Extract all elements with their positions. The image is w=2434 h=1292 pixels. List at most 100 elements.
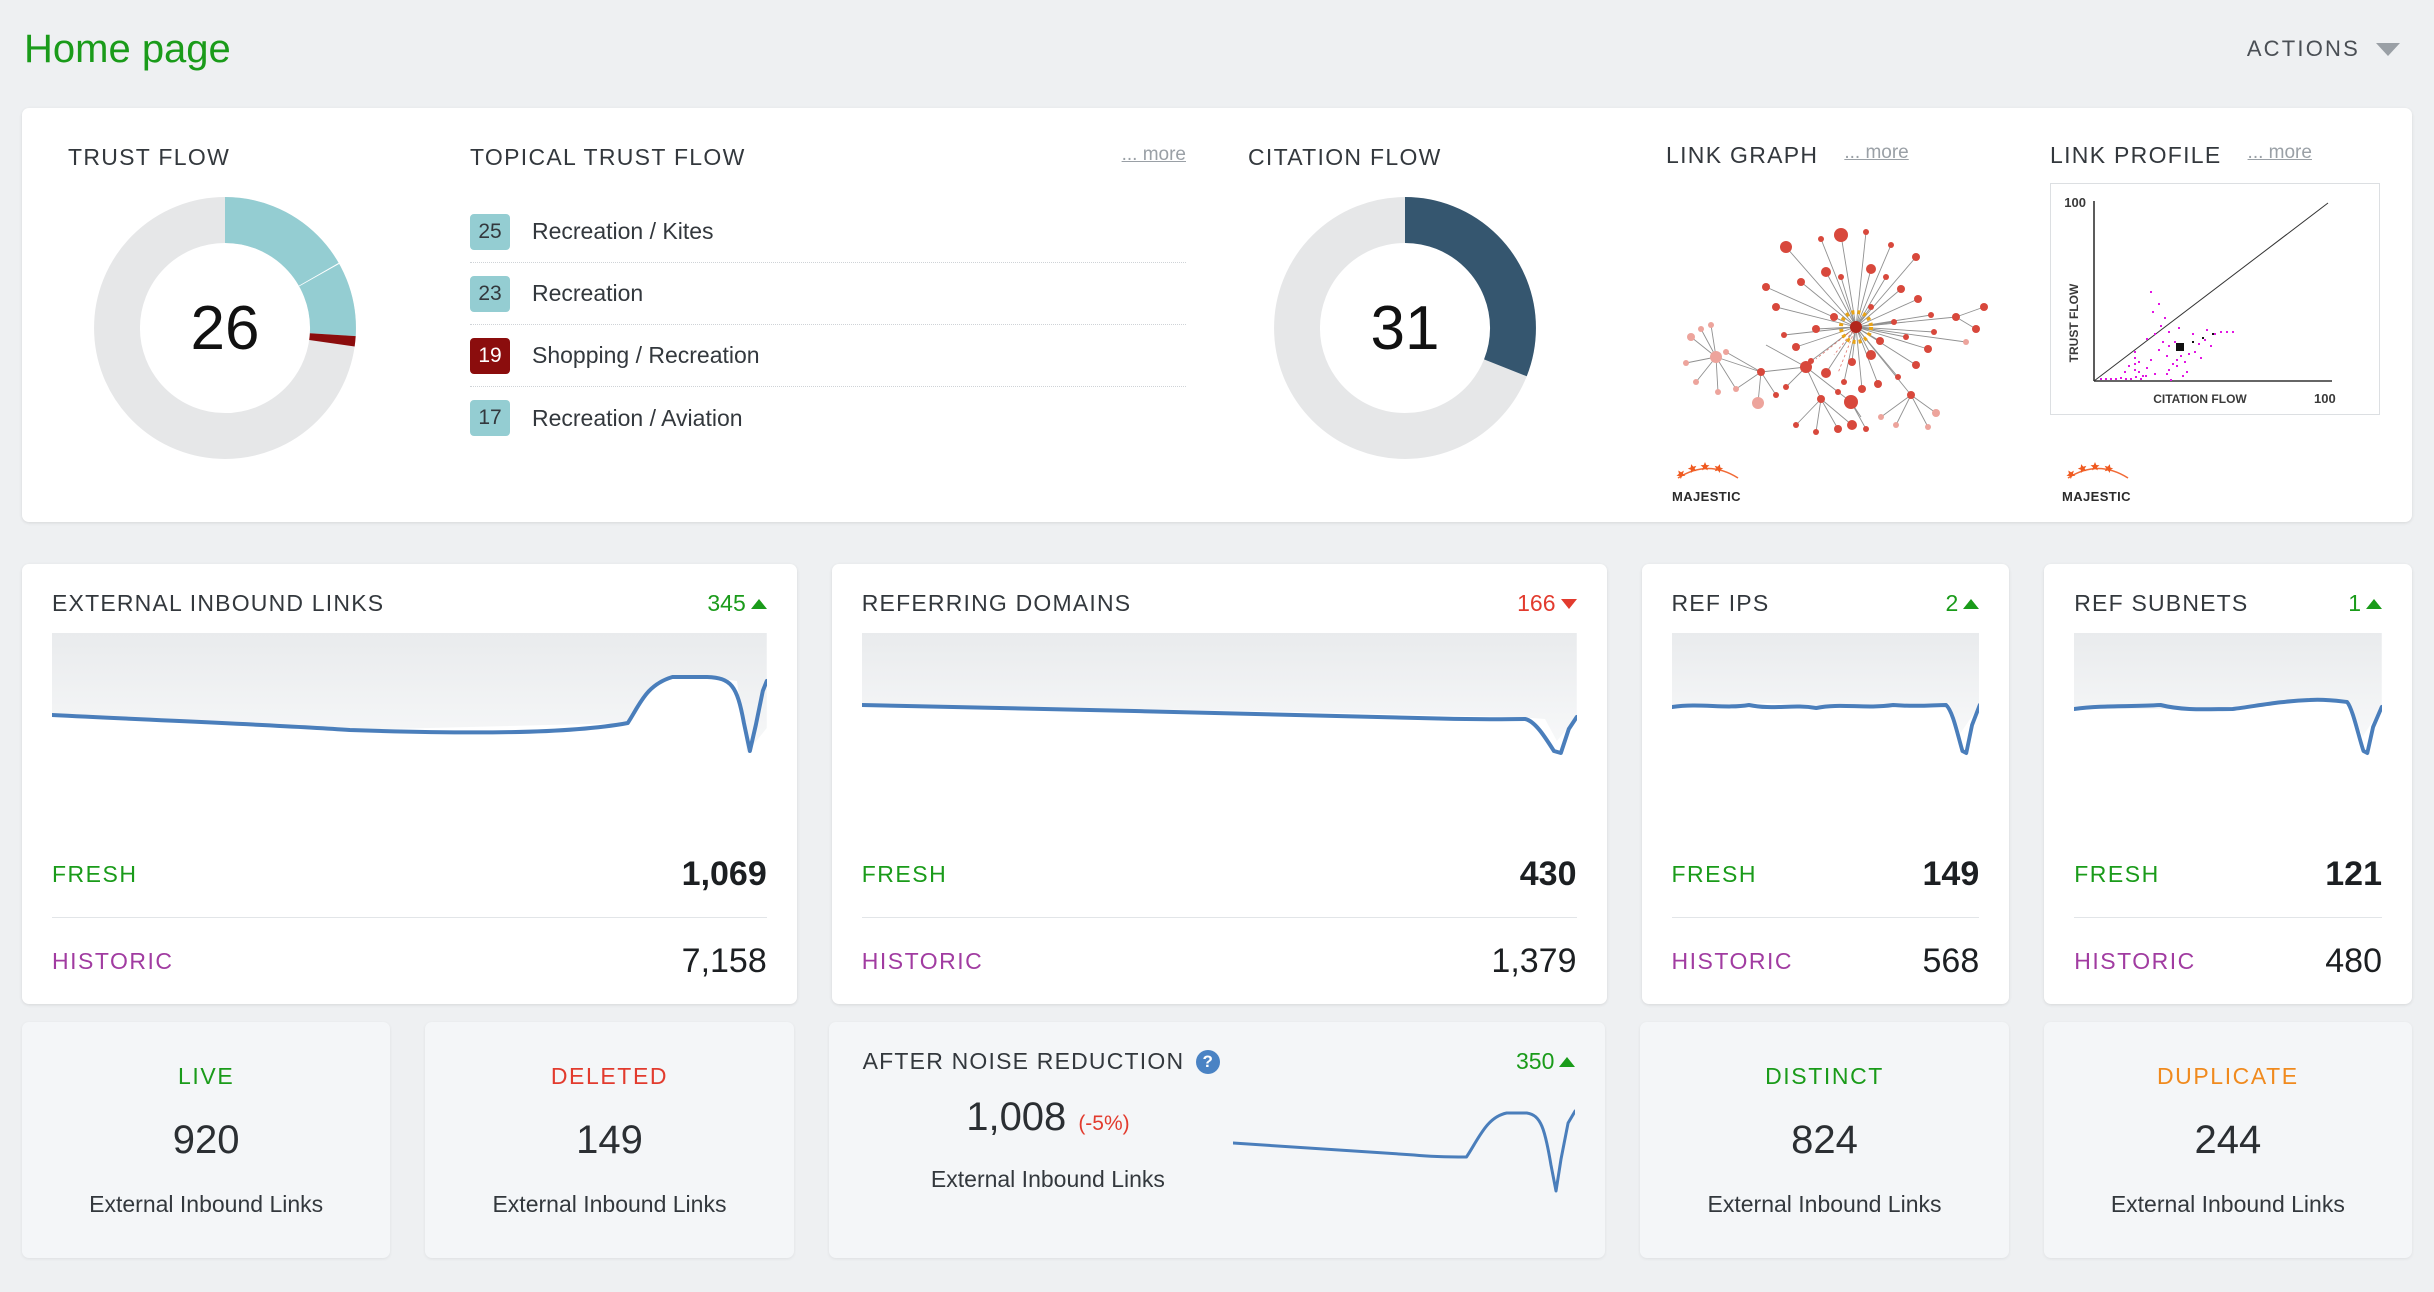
- metric-delta-value: 345: [707, 590, 745, 617]
- topical-trust-flow-section: TOPICAL TRUST FLOW ... more 25 Recreatio…: [452, 108, 1212, 522]
- metric-card-ref-subnets[interactable]: REF SUBNETS 1 FRESH 121 HISTORIC: [2044, 564, 2412, 1004]
- metric-delta: 2: [1945, 590, 1979, 617]
- metric-card-header: REFERRING DOMAINS 166: [862, 590, 1577, 617]
- deleted-value: 149: [576, 1118, 643, 1163]
- ttf-score-badge: 25: [470, 214, 510, 250]
- majestic-wordmark: MAJESTIC: [2062, 489, 2131, 504]
- help-circle-icon[interactable]: ?: [1196, 1050, 1220, 1074]
- sparkline-ref-ips: [1672, 633, 1980, 759]
- fresh-value: 430: [1191, 855, 1577, 894]
- metric-card-header: REF IPS 2: [1672, 590, 1980, 617]
- link-profile-header: LINK PROFILE ... more: [2050, 142, 2412, 169]
- link-profile-section: LINK PROFILE ... more 100 TRUST FLOW CIT…: [2032, 108, 2412, 522]
- duplicate-value: 244: [2194, 1118, 2261, 1163]
- actions-menu-button[interactable]: ACTIONS: [2247, 36, 2400, 62]
- ttf-category-label: Recreation / Kites: [532, 218, 714, 245]
- deleted-sublabel: External Inbound Links: [492, 1191, 726, 1218]
- actions-label: ACTIONS: [2247, 36, 2360, 62]
- breakdown-row: LIVE 920 External Inbound Links DELETED …: [22, 1022, 2412, 1258]
- fresh-label: FRESH: [1672, 861, 1814, 888]
- distinct-sublabel: External Inbound Links: [1708, 1191, 1942, 1218]
- distinct-value: 824: [1791, 1118, 1858, 1163]
- link-profile-scatter-chart[interactable]: 100 TRUST FLOW CITATION FLOW 100: [2050, 183, 2380, 415]
- after-noise-reduction-title: AFTER NOISE REDUCTION: [863, 1048, 1185, 1075]
- y-axis-max-label: 100: [2064, 195, 2086, 210]
- metric-delta: 166: [1517, 590, 1576, 617]
- historic-label: HISTORIC: [52, 948, 381, 975]
- historic-label: HISTORIC: [2074, 948, 2216, 975]
- link-graph-network-visualization[interactable]: [1666, 177, 2006, 457]
- majestic-logo: MAJESTIC: [1672, 460, 1744, 504]
- card-deleted[interactable]: DELETED 149 External Inbound Links: [425, 1022, 793, 1258]
- ttf-category-label: Recreation: [532, 280, 643, 307]
- citation-flow-donut: 31: [1270, 193, 1540, 463]
- metric-delta-value: 166: [1517, 590, 1555, 617]
- metric-delta: 345: [707, 590, 766, 617]
- fresh-label: FRESH: [862, 861, 1191, 888]
- metric-delta-value: 2: [1945, 590, 1958, 617]
- metric-card-header: REF SUBNETS 1: [2074, 590, 2382, 617]
- trust-flow-donut: 26: [90, 193, 360, 463]
- link-graph-more-link[interactable]: ... more: [1844, 142, 1908, 164]
- deleted-label: DELETED: [551, 1063, 668, 1090]
- citation-flow-value: 31: [1270, 193, 1540, 463]
- duplicate-label: DUPLICATE: [2157, 1063, 2299, 1090]
- fresh-value: 1,069: [381, 855, 767, 894]
- sparkline-after-noise-reduction: [1233, 1089, 1575, 1199]
- metric-card-external-inbound-links[interactable]: EXTERNAL INBOUND LINKS 345 FRESH 1,069: [22, 564, 797, 1004]
- historic-row: HISTORIC 568: [1672, 918, 1980, 1004]
- chevron-down-icon: [2376, 43, 2400, 56]
- list-item[interactable]: 17 Recreation / Aviation: [470, 387, 1186, 449]
- list-item[interactable]: 25 Recreation / Kites: [470, 201, 1186, 263]
- card-live[interactable]: LIVE 920 External Inbound Links: [22, 1022, 390, 1258]
- sparkline-referring-domains: [862, 633, 1577, 759]
- y-axis-label: TRUST FLOW: [2067, 283, 2081, 362]
- after-noise-reduction-title-wrap: AFTER NOISE REDUCTION ?: [863, 1048, 1221, 1075]
- after-noise-reduction-stats: 1,008 (-5%) External Inbound Links: [863, 1095, 1234, 1193]
- fresh-row: FRESH 121: [2074, 832, 2382, 918]
- caret-up-icon: [2366, 599, 2382, 609]
- citation-flow-title: CITATION FLOW: [1248, 144, 1642, 171]
- x-axis-max-label: 100: [2314, 391, 2336, 406]
- page-title: Home page: [24, 27, 231, 72]
- majestic-wordmark: MAJESTIC: [1672, 489, 1741, 504]
- sparkline-ref-subnets: [2074, 633, 2382, 759]
- caret-down-icon: [1561, 599, 1577, 609]
- list-item[interactable]: 23 Recreation: [470, 263, 1186, 325]
- card-distinct[interactable]: DISTINCT 824 External Inbound Links: [1640, 1022, 2008, 1258]
- list-item[interactable]: 19 Shopping / Recreation: [470, 325, 1186, 387]
- sparkline-external-inbound-links: [52, 633, 767, 759]
- fresh-row: FRESH 1,069: [52, 832, 767, 918]
- link-graph-title: LINK GRAPH: [1666, 142, 1818, 169]
- historic-row: HISTORIC 1,379: [862, 918, 1577, 1004]
- home-page-root: Home page ACTIONS TRUST FLOW 26: [0, 0, 2434, 1292]
- historic-value: 568: [1813, 942, 1979, 981]
- caret-up-icon: [1963, 599, 1979, 609]
- after-noise-reduction-body: 1,008 (-5%) External Inbound Links: [863, 1089, 1576, 1199]
- metrics-row: EXTERNAL INBOUND LINKS 345 FRESH 1,069: [22, 564, 2412, 1004]
- link-profile-more-link[interactable]: ... more: [2248, 142, 2312, 164]
- metric-delta: 1: [2348, 590, 2382, 617]
- after-noise-reduction-sublabel: External Inbound Links: [931, 1166, 1165, 1193]
- ttf-score-badge: 19: [470, 338, 510, 374]
- after-noise-reduction-header: AFTER NOISE REDUCTION ? 350: [863, 1048, 1576, 1075]
- metric-card-title: REF IPS: [1672, 590, 1770, 617]
- link-graph-header: LINK GRAPH ... more: [1666, 142, 2032, 169]
- after-noise-reduction-percent: (-5%): [1078, 1112, 1129, 1136]
- metric-card-ref-ips[interactable]: REF IPS 2 FRESH 149 HISTORIC: [1642, 564, 2010, 1004]
- card-duplicate[interactable]: DUPLICATE 244 External Inbound Links: [2044, 1022, 2412, 1258]
- card-after-noise-reduction[interactable]: AFTER NOISE REDUCTION ? 350 1,008 (-5%) …: [829, 1022, 1606, 1258]
- ttf-category-label: Shopping / Recreation: [532, 342, 760, 369]
- after-noise-reduction-value-wrap: 1,008 (-5%): [966, 1095, 1129, 1140]
- historic-label: HISTORIC: [1672, 948, 1814, 975]
- metric-card-referring-domains[interactable]: REFERRING DOMAINS 166 FRESH 430 HISTOR: [832, 564, 1607, 1004]
- topical-trust-flow-header: TOPICAL TRUST FLOW ... more: [470, 144, 1212, 171]
- topical-trust-flow-more-link[interactable]: ... more: [1122, 144, 1186, 166]
- majestic-stars-icon: [2062, 460, 2134, 486]
- fresh-value: 149: [1813, 855, 1979, 894]
- flow-summary-panel: TRUST FLOW 26 TOPICAL TRUST FLOW ... mor…: [22, 108, 2412, 522]
- distinct-label: DISTINCT: [1765, 1063, 1884, 1090]
- fresh-label: FRESH: [2074, 861, 2216, 888]
- live-label: LIVE: [178, 1063, 234, 1090]
- trust-flow-value: 26: [90, 193, 360, 463]
